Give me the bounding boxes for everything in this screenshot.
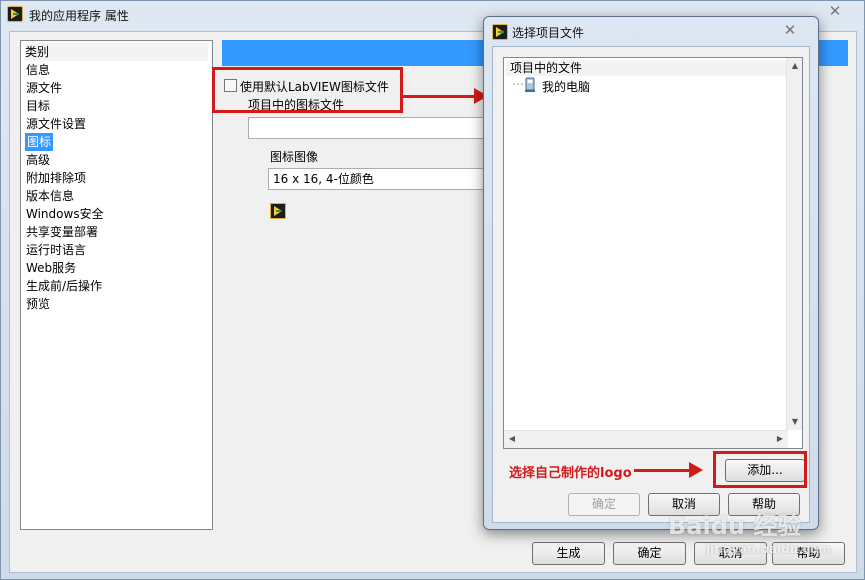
dialog-app-icon [492, 24, 508, 40]
window-title: 我的应用程序 属性 [29, 9, 129, 23]
computer-icon[interactable] [522, 77, 538, 93]
ok-button[interactable]: 确定 [613, 542, 686, 565]
use-default-icon-highlight [212, 67, 403, 113]
project-file-tree[interactable]: 项目中的文件 ⋯ 我的电脑 ▲ ▼ ◀ ▶ [503, 57, 803, 449]
category-item-source-file-settings[interactable]: 源文件设置 [26, 115, 86, 133]
arrow-to-add-head [689, 462, 703, 478]
category-item-version-info[interactable]: 版本信息 [26, 187, 74, 205]
category-item-source-files[interactable]: 源文件 [26, 79, 62, 97]
dialog-titlebar[interactable]: 选择项目文件 ✕ [484, 17, 818, 45]
baidu-watermark: Baidu 经验 [668, 512, 802, 540]
scroll-up-arrow-icon[interactable]: ▲ [787, 58, 803, 74]
icon-image-select[interactable]: 16 x 16, 4-位颜色 [268, 168, 488, 190]
category-item-pre-post-build-actions[interactable]: 生成前/后操作 [26, 277, 102, 295]
add-button-highlight [713, 451, 807, 488]
category-item-windows-security[interactable]: Windows安全 [26, 205, 104, 223]
arrow-to-add-line [634, 469, 690, 472]
dialog-close-button[interactable]: ✕ [768, 20, 812, 40]
icon-image-label: 图标图像 [270, 150, 319, 164]
category-list[interactable]: 类别 信息 源文件 目标 源文件设置 图标 高级 附加排除项 版本信息 Wind… [20, 40, 213, 530]
tree-item-my-computer[interactable]: 我的电脑 [542, 78, 590, 95]
category-item-destinations[interactable]: 目标 [26, 97, 50, 115]
scroll-right-arrow-icon[interactable]: ▶ [772, 431, 788, 447]
window-close-button[interactable]: ✕ [813, 1, 857, 21]
dialog-ok-button[interactable]: 确定 [568, 493, 640, 516]
category-item-advanced[interactable]: 高级 [26, 151, 50, 169]
arrow-to-dialog-line [403, 95, 475, 98]
file-tree-vertical-scrollbar[interactable]: ▲ ▼ [786, 58, 802, 430]
category-item-preview[interactable]: 预览 [26, 295, 50, 313]
scroll-down-arrow-icon[interactable]: ▼ [787, 414, 803, 430]
category-item-info[interactable]: 信息 [26, 61, 50, 79]
scroll-left-arrow-icon[interactable]: ◀ [504, 431, 520, 447]
category-item-shared-variable-deployment[interactable]: 共享变量部署 [26, 223, 98, 241]
file-tree-horizontal-scrollbar[interactable]: ◀ ▶ [504, 430, 788, 448]
dialog-title: 选择项目文件 [512, 26, 585, 40]
labview-app-icon [7, 6, 23, 22]
build-button[interactable]: 生成 [532, 542, 605, 565]
category-list-header: 类别 [25, 43, 208, 61]
category-item-web-services[interactable]: Web服务 [26, 259, 76, 277]
category-item-icon[interactable]: 图标 [25, 133, 54, 151]
icon-image-preview-icon [270, 203, 286, 219]
baidu-watermark-url: jingyan.baidu.com [706, 542, 831, 556]
file-tree-header: 项目中的文件 [506, 60, 788, 76]
project-icon-file-input[interactable] [248, 117, 488, 139]
category-item-runtime-languages[interactable]: 运行时语言 [26, 241, 86, 259]
category-item-additional-exclusions[interactable]: 附加排除项 [26, 169, 86, 187]
annotation-text: 选择自己制作的logo [509, 466, 632, 481]
